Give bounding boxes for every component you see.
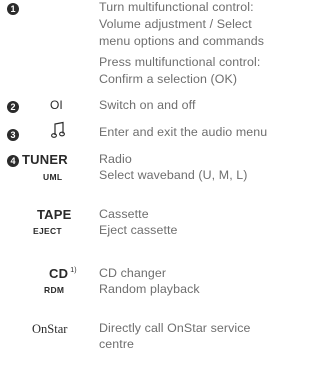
item-1-line-4: Press multifunctional control: [99, 55, 261, 69]
onstar-line-2: centre [99, 337, 135, 351]
cd-label: CD 1) [49, 266, 77, 281]
item-3-text: Enter and exit the audio menu [99, 125, 268, 139]
uml-label: UML [43, 172, 63, 182]
power-symbol: OI [50, 98, 63, 112]
tuner-text: Radio [99, 152, 132, 166]
cd-footnote: 1) [70, 267, 77, 274]
eject-label: EJECT [33, 226, 62, 236]
tape-text: Cassette [99, 207, 149, 221]
onstar-logo: OnStar [32, 322, 68, 336]
callout-number-3: 3 [7, 129, 19, 141]
cd-text: CD changer [99, 266, 167, 280]
tuner-label: TUNER [22, 152, 68, 167]
onstar-line-1: Directly call OnStar service [99, 321, 251, 335]
rdm-text: Random playback [99, 282, 200, 296]
callout-number-1: 1 [7, 3, 19, 15]
callout-number-2: 2 [7, 101, 19, 113]
callout-number-4: 4 [7, 155, 19, 167]
manual-page: 1 Turn multifunctional control: Volume a… [0, 0, 316, 387]
item-1-line-5: Confirm a selection (OK) [99, 72, 238, 86]
eject-text: Eject cassette [99, 223, 178, 237]
rdm-label: RDM [44, 285, 65, 295]
item-1-line-1: Turn multifunctional control: [99, 0, 254, 14]
music-note-icon [51, 121, 65, 138]
tape-label: TAPE [37, 207, 72, 222]
item-1-line-2: Volume adjustment / Select [99, 17, 252, 31]
item-2-text: Switch on and off [99, 98, 196, 112]
item-1-line-3: menu options and commands [99, 34, 265, 48]
uml-text: Select waveband (U, M, L) [99, 168, 248, 182]
